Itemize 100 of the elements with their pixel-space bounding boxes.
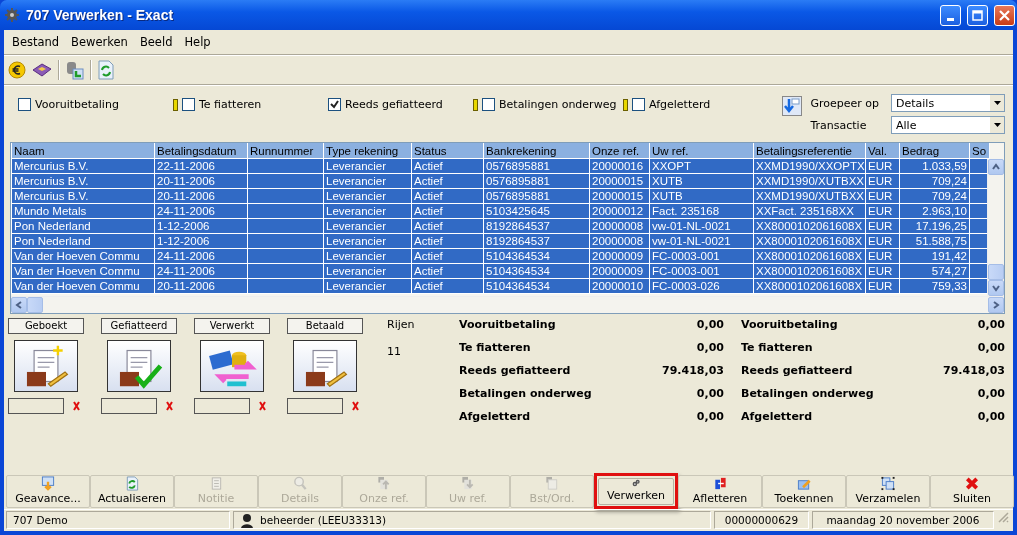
stage-drawing[interactable] [293, 340, 357, 392]
status-field [194, 398, 250, 414]
table-row[interactable]: Van der Hoeven Commu 24-11-2006 Leverancier Actief 5104364534 20000009 FC-0003-001 XX8000102061608X EUR 191,42 [11, 248, 990, 264]
database-export-icon[interactable] [66, 60, 84, 80]
total-value: 79.418,03 [661, 364, 724, 377]
toolbar-button[interactable]: Sluiten [930, 474, 1014, 508]
table-cell: 759,33 [931, 280, 967, 292]
scroll-down-button[interactable] [988, 280, 1004, 296]
close-button[interactable] [994, 4, 1015, 26]
resize-grip-icon[interactable] [997, 511, 1011, 523]
checkbox[interactable] [632, 98, 645, 111]
minimize-button[interactable] [940, 4, 961, 26]
table-cell: 20000012 [592, 205, 644, 217]
total-label: Afgeletterd [741, 410, 814, 423]
scroll-up-button[interactable] [988, 159, 1004, 175]
scroll-thumb[interactable] [27, 297, 43, 313]
menu-item[interactable]: Bewerken [67, 35, 136, 49]
status-field [101, 398, 157, 414]
total-label: Vooruitbetaling [459, 318, 557, 331]
table-cell: Actief [414, 175, 443, 187]
menu-item[interactable]: Beeld [135, 35, 181, 49]
checkbox[interactable] [328, 98, 341, 111]
table-cell: 24-11-2006 [157, 265, 215, 277]
stage-drawing[interactable] [200, 340, 264, 392]
checkbox[interactable] [482, 98, 495, 111]
toolbar-button[interactable]: Actualiseren [90, 474, 174, 508]
table-row[interactable]: Van der Hoeven Commu 20-11-2006 Leverancier Actief 5104364534 20000010 FC-0003-026 XX8000102061608X EUR 759,33 [11, 278, 990, 294]
dropdown-field[interactable]: Alle [891, 116, 1005, 134]
checkbox[interactable] [18, 98, 31, 111]
vertical-scrollbar[interactable] [987, 159, 1004, 296]
column-header[interactable]: Betalingsdatum [154, 143, 248, 159]
minimize-icon [947, 17, 954, 21]
column-header[interactable]: So [969, 143, 990, 159]
column-header[interactable]: Bedrag [899, 143, 970, 159]
total-value: 0,00 [695, 410, 724, 423]
table-cell: 0576895881 [486, 160, 550, 172]
menu-item[interactable]: Help [180, 35, 219, 49]
table-cell: Leverancier [326, 235, 387, 247]
status-number: 00000000629 [724, 514, 799, 526]
table-cell: 22-11-2006 [157, 160, 215, 172]
download-arrow-icon [40, 475, 56, 491]
maximize-button[interactable] [967, 4, 988, 26]
total-label: Reeds gefiatteerd [459, 364, 572, 377]
table-cell: 20-11-2006 [157, 280, 215, 292]
total-label: Reeds gefiatteerd [741, 364, 854, 377]
euro-coin-icon[interactable] [8, 61, 26, 79]
table-cell: Actief [414, 205, 443, 217]
toolbar-button[interactable]: Verwerken [598, 477, 674, 505]
refresh-document-icon[interactable] [98, 60, 114, 80]
user-icon [240, 512, 255, 528]
column-header[interactable]: Betalingsreferentie [753, 143, 866, 159]
column-header[interactable]: Onze ref. [589, 143, 650, 159]
table-cell: Van der Hoeven Commu [14, 250, 140, 262]
toolbar-button[interactable]: Afletteren [678, 474, 762, 508]
column-header[interactable]: Val. [865, 143, 900, 159]
column-header[interactable]: Naam [11, 143, 155, 159]
table-row[interactable]: Mercurius B.V. 22-11-2006 Leverancier Actief 0576895881 20000016 XXOPT XXMD1990/XXOPTX EUR 1.033,59 [11, 158, 990, 174]
sort-down-arrow-icon[interactable] [782, 96, 803, 116]
table-cell: Leverancier [326, 220, 387, 232]
table-row[interactable]: Mundo Metals 24-11-2006 Leverancier Actief 5103425645 20000012 Fact. 235168 XXFact. 235168XX EUR 2.963,10 [11, 203, 990, 219]
checkbox-label: Betalingen onderweg [499, 98, 617, 111]
toolbar-button[interactable]: Toekennen [762, 474, 846, 508]
checkbox[interactable] [182, 98, 195, 111]
table-cell: Actief [414, 265, 443, 277]
table-row[interactable]: Van der Hoeven Commu 24-11-2006 Leverancier Actief 5104364534 20000009 FC-0003-001 XX8000102061608X EUR 574,27 [11, 263, 990, 279]
table-cell: Leverancier [326, 175, 387, 187]
table-row[interactable]: Mercurius B.V. 20-11-2006 Leverancier Actief 0576895881 20000015 XUTB XXMD1990/XUTBXX EUR 709,24 [11, 173, 990, 189]
table-row[interactable]: Mercurius B.V. 20-11-2006 Leverancier Actief 0576895881 20000015 XUTB XXMD1990/XUTBXX EUR 709,24 [11, 188, 990, 204]
table-cell: 5104364534 [486, 280, 550, 292]
table-cell: FC-0003-001 [652, 265, 720, 277]
table-cell: EUR [868, 250, 893, 262]
table-cell: vw-01-NL-0021 [652, 235, 731, 247]
column-header[interactable]: Status [411, 143, 484, 159]
toolbar-button[interactable]: Verzamelen [846, 474, 930, 508]
table-cell: XXMD1990/XUTBXX [756, 175, 864, 187]
table-cell: 24-11-2006 [157, 205, 215, 217]
column-header[interactable]: Type rekening [323, 143, 412, 159]
table-cell: 20000015 [592, 175, 644, 187]
column-header[interactable]: Uw ref. [649, 143, 754, 159]
dropdown-field[interactable]: Details [891, 94, 1005, 112]
total-label: Te fiatteren [741, 341, 814, 354]
table-row[interactable]: Pon Nederland 1-12-2006 Leverancier Actief 8192864537 20000008 vw-01-NL-0021 XX8000102061608X EUR 17.196,25 [11, 218, 990, 234]
horizontal-scrollbar[interactable] [11, 296, 1004, 313]
total-label: Betalingen onderweg [741, 387, 875, 400]
table-cell: Actief [414, 235, 443, 247]
cross-icon [258, 401, 267, 411]
column-header[interactable]: Runnummer [247, 143, 324, 159]
menu-item[interactable]: Bestand [8, 35, 68, 49]
table-row[interactable]: Pon Nederland 1-12-2006 Leverancier Actief 8192864537 20000008 vw-01-NL-0021 XX8000102061608X EUR 51.588,75 [11, 233, 990, 249]
stage-drawing[interactable] [107, 340, 171, 392]
scroll-left-button[interactable] [11, 297, 27, 313]
column-header[interactable]: Bankrekening [483, 143, 590, 159]
scroll-thumb[interactable] [988, 264, 1004, 280]
table-cell: 574,27 [931, 265, 967, 277]
stage-drawing[interactable] [14, 340, 78, 392]
toolbar-button[interactable]: Geavance... [6, 474, 90, 508]
scroll-right-button[interactable] [988, 297, 1004, 313]
table-cell: Actief [414, 160, 443, 172]
maximize-icon [972, 9, 983, 21]
close-icon [964, 475, 980, 491]
